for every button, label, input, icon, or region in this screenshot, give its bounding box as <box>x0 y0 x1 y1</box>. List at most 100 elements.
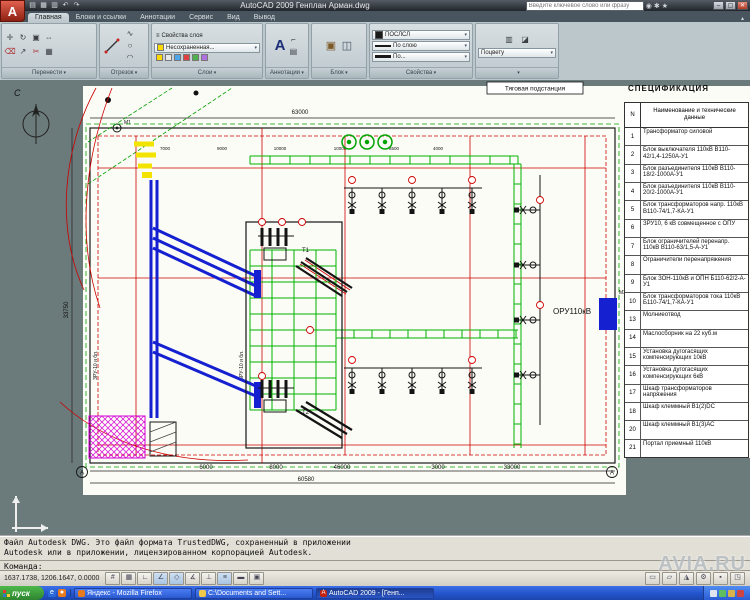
tray-icon-3[interactable] <box>728 589 735 597</box>
favorites-icon[interactable]: ★ <box>662 2 668 10</box>
tray-icon-4[interactable] <box>737 589 744 597</box>
snap-toggle[interactable]: # <box>105 572 121 585</box>
tab-glavnaya[interactable]: Главная <box>28 13 69 22</box>
arc-icon[interactable]: ◠ <box>124 52 136 64</box>
layer-on-icon[interactable] <box>156 53 163 61</box>
folder-icon <box>199 589 206 597</box>
redo-icon[interactable]: ↷ <box>72 1 81 10</box>
dimension-icon[interactable]: ⌐ <box>287 34 299 46</box>
panel-block: ▣ ◫ Блок <box>311 23 367 79</box>
qp-toggle[interactable]: ▣ <box>249 572 265 585</box>
trim-icon[interactable]: ✂ <box>30 46 42 58</box>
lock-toggle[interactable]: ▪ <box>713 572 728 585</box>
color-swatch-icon <box>375 30 383 39</box>
panel-block-label[interactable]: Блок <box>312 67 366 78</box>
spec-table: N Наименование и технические данные 1 Тра… <box>624 102 749 458</box>
minimize-button[interactable]: – <box>713 1 724 10</box>
undo-icon[interactable]: ↶ <box>61 1 70 10</box>
move-icon[interactable]: ✛ <box>4 32 16 44</box>
svg-text:М1: М1 <box>124 120 131 126</box>
spec-row: 10 Блок трансформаторов тока 110кВ Б110-7… <box>625 292 748 312</box>
table-icon[interactable]: ▤ <box>287 46 299 58</box>
task-firefox[interactable]: Яндекс - Mozilla Firefox <box>74 587 192 599</box>
panel-properties-label[interactable]: Свойства <box>370 67 472 78</box>
polar-toggle[interactable]: ∠ <box>153 572 169 585</box>
layer-color-icon[interactable] <box>183 53 190 61</box>
browser-icon[interactable]: ● <box>58 589 66 597</box>
layer-lock-icon[interactable] <box>174 53 181 61</box>
tab-annotacii[interactable]: Аннотации <box>133 13 182 22</box>
layer-isolate-icon[interactable] <box>201 53 208 61</box>
open-icon[interactable]: ▤ <box>28 1 37 10</box>
svg-text:7000: 7000 <box>160 146 171 151</box>
spec-table-header: N Наименование и технические данные <box>625 103 748 128</box>
ie-icon[interactable]: e <box>48 589 56 597</box>
drawing-area[interactable]: С М1 Тяговая подстанция 63000 33750 7000… <box>0 80 750 535</box>
model-button[interactable]: ▭ <box>645 572 660 585</box>
mirror-icon[interactable]: ⇔ <box>43 32 55 44</box>
erase-icon[interactable]: ⌫ <box>4 46 16 58</box>
copy-icon[interactable]: ▣ <box>30 32 42 44</box>
grid-toggle[interactable]: ▦ <box>121 572 137 585</box>
layout-button[interactable]: ▱ <box>662 572 677 585</box>
panel-annotation-label[interactable]: Аннотации <box>266 67 308 78</box>
insert-block-icon[interactable]: ▣ <box>325 40 337 52</box>
tray-icon-1[interactable] <box>710 589 717 597</box>
menu-browser-button[interactable]: A <box>0 0 25 22</box>
line-icon[interactable] <box>102 34 122 58</box>
layer-dropdown[interactable]: Несохраненная... <box>154 42 260 53</box>
tab-bloki[interactable]: Блоки и ссылки <box>69 13 133 22</box>
cleanscreen-button[interactable]: ◳ <box>730 572 745 585</box>
osnap-toggle[interactable]: ◇ <box>169 572 185 585</box>
svg-text:3000: 3000 <box>431 465 445 471</box>
panel-draw-label[interactable]: Отрезок <box>100 67 148 78</box>
tab-vid[interactable]: Вид <box>220 13 247 22</box>
workspace-button[interactable]: ⚙ <box>696 572 711 585</box>
circle-icon[interactable]: ○ <box>124 40 136 52</box>
start-button[interactable]: пуск <box>0 586 44 600</box>
match-properties-icon[interactable]: ◪ <box>519 34 531 46</box>
lwt-toggle[interactable]: ▬ <box>233 572 249 585</box>
svg-text:Тяговая подстанция: Тяговая подстанция <box>505 86 566 93</box>
tab-vyvod[interactable]: Вывод <box>247 13 282 22</box>
plot-icon[interactable]: ▥ <box>50 1 59 10</box>
search-icon[interactable]: ◉ <box>646 2 652 10</box>
create-block-icon[interactable]: ◫ <box>341 40 353 52</box>
task-autocad[interactable]: A AutoCAD 2009 - [Генп... <box>316 587 434 599</box>
close-button[interactable]: ✕ <box>737 1 748 10</box>
ducs-toggle[interactable]: ⊥ <box>201 572 217 585</box>
ribbon-minimize-icon[interactable]: ▴ <box>741 15 744 22</box>
svg-text:А: А <box>610 471 614 477</box>
array-icon[interactable]: ▦ <box>43 46 55 58</box>
layer-freeze-icon[interactable] <box>165 53 172 61</box>
spec-row: 1 Трансформатор силовой <box>625 128 748 147</box>
comm-center-icon[interactable]: ✱ <box>654 2 660 10</box>
paste-icon[interactable]: ▥ <box>503 34 515 46</box>
layer-plot-icon[interactable] <box>192 53 199 61</box>
save-icon[interactable]: ▦ <box>39 1 48 10</box>
maximize-button[interactable]: ▢ <box>725 1 736 10</box>
spec-row: 15 Установка дугогасящих компенсирующих 1… <box>625 347 748 367</box>
panel-modify-label[interactable]: Перенести <box>2 67 96 78</box>
search-input[interactable] <box>525 1 644 11</box>
task-explorer[interactable]: C:\Documents and Sett... <box>195 587 313 599</box>
polyline-icon[interactable]: ∿ <box>124 28 136 40</box>
otrack-toggle[interactable]: ∡ <box>185 572 201 585</box>
status-bar: 1637.1738, 1206.1647, 0.0000 # ▦ ∟ ∠ ◇ ∡… <box>0 570 750 586</box>
dyn-toggle[interactable]: ≡ <box>217 572 233 585</box>
annotation-scale-button[interactable]: ◮ <box>679 572 694 585</box>
svg-text:ЗРУ-10 и бл.: ЗРУ-10 и бл. <box>239 351 245 380</box>
lineweight-dropdown[interactable]: По... <box>372 51 470 62</box>
color-dropdown[interactable]: ПОСЛСЛ <box>372 29 470 40</box>
mtext-button[interactable]: А <box>275 38 286 53</box>
tray-icon-2[interactable] <box>719 589 726 597</box>
ortho-toggle[interactable]: ∟ <box>137 572 153 585</box>
info-center: ◉ ✱ ★ <box>525 1 668 11</box>
linetype-dropdown[interactable]: По слою <box>372 40 470 51</box>
match-dropdown[interactable]: Поцвету <box>478 47 556 58</box>
panel-layers-label[interactable]: Слои <box>152 67 262 78</box>
layer-properties-button[interactable]: ≡ Свойства слоя <box>154 31 260 42</box>
tab-servis[interactable]: Сервис <box>182 13 220 22</box>
scale-icon[interactable]: ↗ <box>17 46 29 58</box>
rotate-icon[interactable]: ↻ <box>17 32 29 44</box>
